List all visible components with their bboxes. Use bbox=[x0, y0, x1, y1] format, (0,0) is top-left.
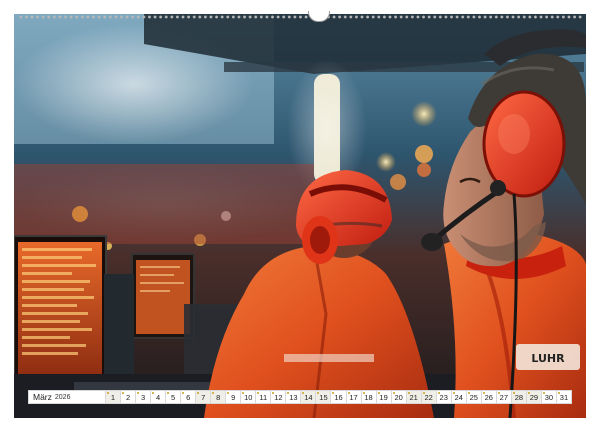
day-cell: 4 bbox=[151, 390, 167, 404]
day-cell: 18 bbox=[361, 390, 377, 404]
day-cell: 25 bbox=[466, 390, 482, 404]
day-cells: 1 2 3 4 5 6 7 8 9 10 11 12 13 14 15 16 17 18 19 20 21 22 23 24 2… bbox=[106, 390, 572, 404]
month-label: März 2026 bbox=[28, 390, 106, 404]
day-cell: 5 bbox=[166, 390, 182, 404]
day-cell: 9 bbox=[226, 390, 242, 404]
day-cell: 22 bbox=[421, 390, 437, 404]
day-cell: 15 bbox=[316, 390, 332, 404]
day-cell: 1 bbox=[106, 390, 122, 404]
day-cell: 27 bbox=[496, 390, 512, 404]
month-year: 2026 bbox=[54, 393, 71, 401]
day-cell: 16 bbox=[331, 390, 347, 404]
day-cell: 8 bbox=[211, 390, 227, 404]
day-cell: 12 bbox=[271, 390, 287, 404]
day-cell: 7 bbox=[196, 390, 212, 404]
calendar-strip: März 2026 1 2 3 4 5 6 7 8 9 10 11 12 13 14 15 16 17 18 19 2… bbox=[28, 390, 572, 404]
month-name: März bbox=[33, 392, 52, 402]
day-cell: 23 bbox=[436, 390, 452, 404]
hanger-hook bbox=[308, 11, 330, 22]
day-cell: 28 bbox=[511, 390, 527, 404]
day-cell: 29 bbox=[526, 390, 542, 404]
day-cell: 14 bbox=[301, 390, 317, 404]
day-cell: 31 bbox=[556, 390, 572, 404]
day-cell: 6 bbox=[181, 390, 197, 404]
suit-badge-text: LUHR bbox=[531, 352, 565, 365]
day-cell: 3 bbox=[136, 390, 152, 404]
calendar-photo: LUHR bbox=[14, 14, 586, 418]
day-cell: 2 bbox=[121, 390, 137, 404]
day-cell: 11 bbox=[256, 390, 272, 404]
day-cell: 19 bbox=[376, 390, 392, 404]
day-cell: 30 bbox=[541, 390, 557, 404]
binding-holes bbox=[18, 15, 582, 19]
day-cell: 20 bbox=[391, 390, 407, 404]
day-cell: 10 bbox=[241, 390, 257, 404]
day-cell: 21 bbox=[406, 390, 422, 404]
day-cell: 26 bbox=[481, 390, 497, 404]
spiral-binding bbox=[18, 11, 582, 22]
day-cell: 13 bbox=[286, 390, 302, 404]
day-cell: 24 bbox=[451, 390, 467, 404]
day-cell: 17 bbox=[346, 390, 362, 404]
